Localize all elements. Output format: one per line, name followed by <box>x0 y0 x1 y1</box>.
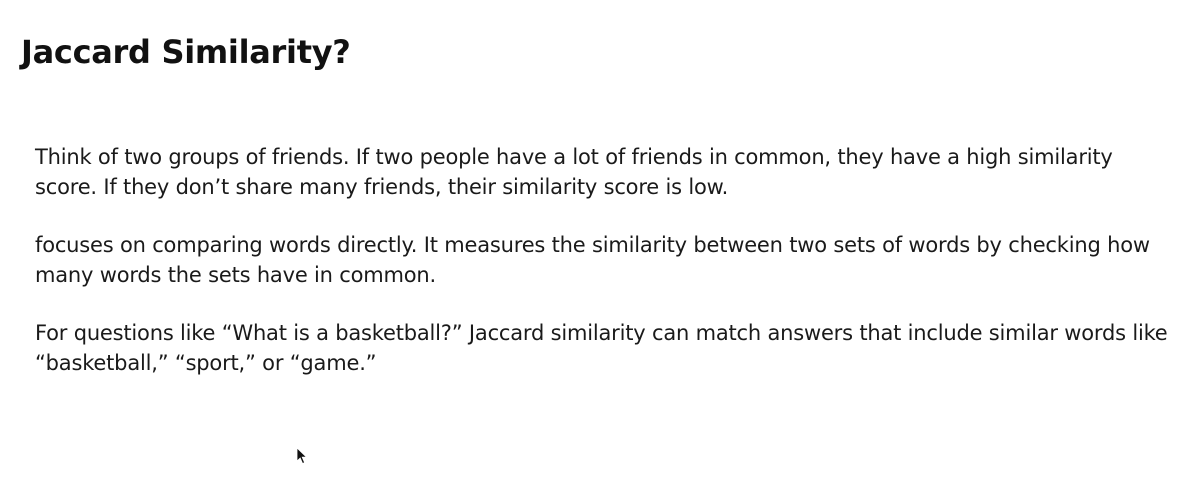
paragraph-basketball-example: For questions like “What is a basketball… <box>35 321 1168 375</box>
mouse-pointer-icon <box>296 447 308 465</box>
slide-body: Think of two groups of friends. If two p… <box>35 142 1175 406</box>
paragraph-word-comparison: focuses on comparing words directly. It … <box>35 233 1150 287</box>
slide-title: Jaccard Similarity? <box>21 33 351 71</box>
paragraph-friends-analogy: Think of two groups of friends. If two p… <box>35 145 1113 199</box>
slide: Jaccard Similarity? Think of two groups … <box>0 0 1198 493</box>
